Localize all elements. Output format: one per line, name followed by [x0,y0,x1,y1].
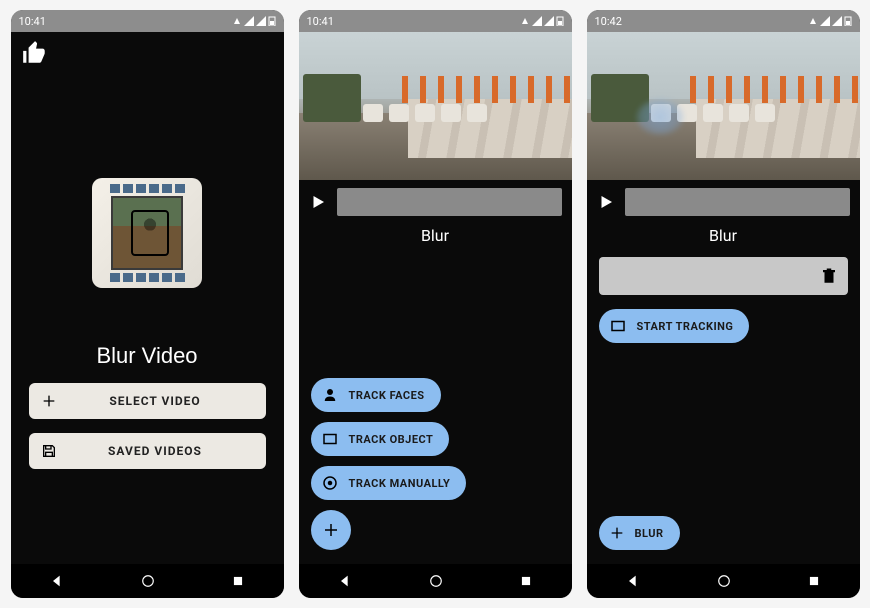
android-nav-bar [299,564,572,598]
video-preview[interactable] [299,32,572,180]
android-nav-bar [587,564,860,598]
app-icon [11,178,284,288]
nav-recent-icon[interactable] [807,574,821,588]
select-video-button[interactable]: SELECT VIDEO [29,383,266,419]
status-bar: 10:41 [11,10,284,32]
tracking-slot[interactable] [599,257,848,295]
phone-screen-home: 10:41 Blur Video SELECT VIDEO [11,10,284,598]
select-video-label: SELECT VIDEO [57,394,254,408]
phone-screen-tracking: 10:42 Blur START TRACKING [587,10,860,598]
saved-videos-label: SAVED VIDEOS [57,444,254,458]
status-bar: 10:41 [299,10,572,32]
nav-home-icon[interactable] [141,574,155,588]
blur-label: BLUR [635,527,664,540]
status-icons [232,16,276,26]
android-nav-bar [11,564,284,598]
track-faces-label: TRACK FACES [349,389,425,402]
track-object-label: TRACK OBJECT [349,433,434,446]
mode-label: Blur [587,226,860,245]
play-icon [597,193,615,211]
play-icon [309,193,327,211]
object-icon [609,317,627,335]
play-button[interactable] [597,192,617,212]
nav-home-icon[interactable] [429,574,443,588]
face-icon [321,386,339,404]
nav-back-icon[interactable] [337,573,353,589]
video-preview[interactable] [587,32,860,180]
blur-region[interactable] [637,100,683,134]
nav-recent-icon[interactable] [519,574,533,588]
thumbs-up-icon [21,40,47,66]
video-progress[interactable] [625,188,850,216]
start-tracking-button[interactable]: START TRACKING [599,309,750,343]
nav-back-icon[interactable] [625,573,641,589]
plus-icon [609,525,625,541]
status-time: 10:41 [307,15,334,28]
track-manually-label: TRACK MANUALLY [349,477,451,490]
like-button[interactable] [11,32,284,78]
trash-icon[interactable] [820,267,838,285]
add-button[interactable] [311,510,351,550]
target-icon [321,474,339,492]
mode-label: Blur [299,226,572,245]
status-time: 10:41 [19,15,46,28]
play-button[interactable] [309,192,329,212]
start-tracking-label: START TRACKING [637,320,734,333]
save-icon [41,443,57,459]
nav-recent-icon[interactable] [231,574,245,588]
blur-button[interactable]: BLUR [599,516,680,550]
app-title: Blur Video [11,343,284,369]
track-manually-button[interactable]: TRACK MANUALLY [311,466,467,500]
video-progress[interactable] [337,188,562,216]
track-faces-button[interactable]: TRACK FACES [311,378,441,412]
nav-back-icon[interactable] [49,573,65,589]
plus-icon [322,521,340,539]
status-icons [520,16,564,26]
track-object-button[interactable]: TRACK OBJECT [311,422,450,456]
status-bar: 10:42 [587,10,860,32]
phone-screen-track-options: 10:41 Blur TRACK FACES [299,10,572,598]
plus-icon [41,393,57,409]
saved-videos-button[interactable]: SAVED VIDEOS [29,433,266,469]
status-icons [808,16,852,26]
object-icon [321,430,339,448]
status-time: 10:42 [595,15,622,28]
nav-home-icon[interactable] [717,574,731,588]
